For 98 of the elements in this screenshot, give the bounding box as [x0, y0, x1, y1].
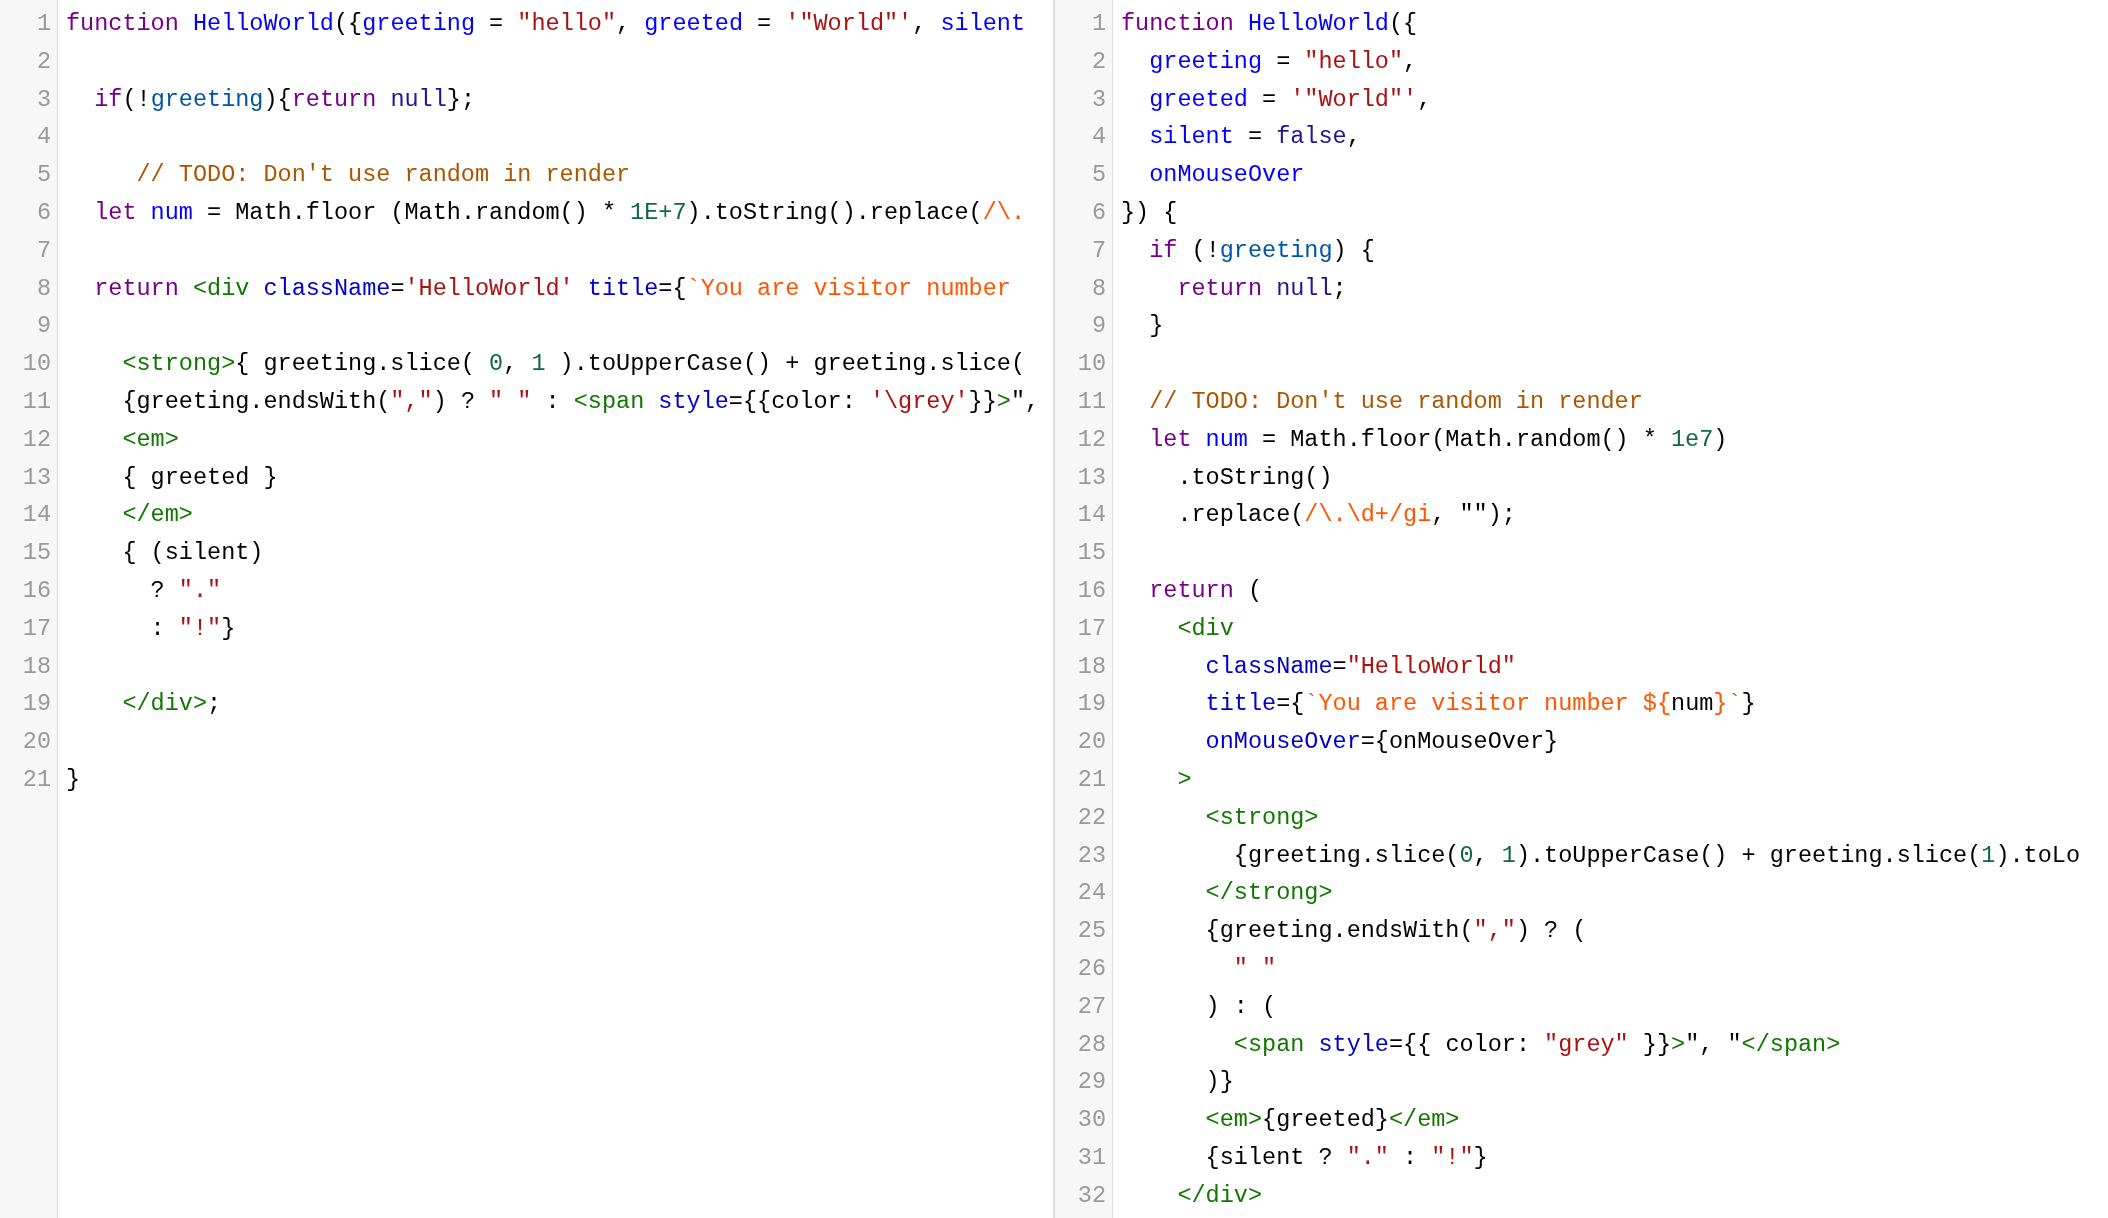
line-number: 29	[1077, 1067, 1106, 1098]
line-number: 13	[22, 462, 51, 493]
line-number: 17	[22, 613, 51, 644]
line-number: 12	[22, 424, 51, 455]
code-line: )}	[1204, 1067, 1234, 1098]
line-number: 8	[1091, 273, 1106, 304]
line-number: 3	[1091, 84, 1106, 115]
code-line: >	[1176, 764, 1192, 795]
line-number: 1	[1091, 9, 1106, 39]
code-line: silent = false,	[1148, 122, 1361, 153]
code-line: { greeted }	[121, 462, 278, 493]
line-number: 14	[22, 500, 51, 531]
line-number: 11	[1077, 386, 1106, 417]
code-line: return (	[1148, 575, 1263, 606]
line-number: 5	[36, 160, 51, 191]
code-line: greeting = "hello",	[1148, 46, 1418, 77]
line-number: 9	[36, 311, 51, 342]
line-number: 7	[36, 235, 51, 266]
line-number: 32	[1077, 1180, 1106, 1211]
code-line: className="HelloWorld"	[1204, 651, 1516, 682]
line-number: 1	[36, 9, 51, 39]
line-number: 20	[22, 727, 51, 758]
code-line: : "!"}	[149, 613, 236, 644]
code-line: ? "."	[149, 575, 222, 606]
line-number: 21	[1077, 764, 1106, 795]
line-number: 10	[1077, 349, 1106, 380]
line-number: 25	[1077, 916, 1106, 947]
code-line: }	[1148, 311, 1164, 342]
line-number: 4	[1091, 122, 1106, 153]
line-number: 2	[36, 46, 51, 77]
code-line: </em>	[121, 500, 193, 531]
line-number: 27	[1077, 991, 1106, 1022]
line-number: 18	[1077, 651, 1106, 682]
line-number: 15	[22, 538, 51, 569]
code-line: {greeting.endsWith(",") ? (	[1204, 916, 1587, 947]
line-number: 7	[1091, 235, 1106, 266]
line-number: 20	[1077, 727, 1106, 758]
line-number: 6	[36, 198, 51, 228]
code-line: <em>{greeted}</em>	[1204, 1105, 1460, 1136]
line-number: 4	[36, 122, 51, 153]
line-number: 19	[1077, 689, 1106, 720]
line-number: 19	[22, 689, 51, 720]
code-line: }) {	[1121, 198, 1178, 228]
code-line: <div	[1176, 613, 1234, 644]
line-number: 30	[1077, 1105, 1106, 1136]
code-line: title={`You are visitor number ${num}`}	[1204, 689, 1756, 720]
code-line: function HelloWorld({greeting = "hello", greeted = '"World"', silent	[66, 9, 1026, 39]
code-line: if(!greeting){return null};	[93, 84, 476, 115]
code-line: ) : (	[1204, 991, 1277, 1022]
line-number: 24	[1077, 878, 1106, 909]
code-line: // TODO: Don't use random in render	[135, 160, 631, 191]
code-line: <strong>	[1204, 802, 1319, 833]
line-number: 10	[22, 349, 51, 380]
code-line: </div>	[1176, 1180, 1263, 1211]
code-line: return null;	[1176, 273, 1347, 304]
code-line: {greeting.endsWith(",") ? " " : <span style={{color: '\grey'}}>",	[121, 386, 1040, 417]
code-line: {silent ? "." : "!"}	[1204, 1142, 1488, 1173]
line-number: 3	[36, 84, 51, 115]
code-line: <em>	[121, 424, 179, 455]
code-line: let num = Math.floor (Math.random() * 1E+7).toString().replace(/\.	[93, 198, 1025, 228]
line-number: 21	[22, 764, 51, 795]
code-line: " "	[1232, 953, 1277, 984]
line-number: 16	[1077, 575, 1106, 606]
code-line: <span style={{ color: "grey" }}>", "</span>	[1232, 1029, 1841, 1060]
code-line: .replace(/\.\d+/gi, "");	[1176, 500, 1516, 531]
code-line: if (!greeting) {	[1148, 235, 1375, 266]
line-number: 11	[22, 386, 51, 417]
code-line: </div>;	[121, 689, 222, 720]
code-line: // TODO: Don't use random in render	[1148, 386, 1643, 417]
code-line: {greeting.slice(0, 1).toUpperCase() + greeting.slice(1).toLo	[1232, 840, 2081, 871]
line-number: 15	[1077, 538, 1106, 569]
code-line: let num = Math.floor(Math.random() * 1e7)	[1148, 424, 1728, 455]
line-number: 23	[1077, 840, 1106, 871]
line-number: 31	[1077, 1142, 1106, 1173]
code-line: { (silent)	[121, 538, 264, 569]
line-number: 13	[1077, 462, 1106, 493]
line-number: 26	[1077, 953, 1106, 984]
line-number: 18	[22, 651, 51, 682]
code-line: <strong>{ greeting.slice( 0, 1 ).toUpperCase() + greeting.slice(	[121, 349, 1025, 380]
code-line: onMouseOver={onMouseOver}	[1204, 727, 1559, 758]
code-line: return <div className='HelloWorld' title={`You are visitor number	[93, 273, 1011, 304]
line-number: 8	[36, 273, 51, 304]
code-line: </strong>	[1204, 878, 1333, 909]
line-number: 17	[1077, 613, 1106, 644]
code-line: onMouseOver	[1148, 160, 1305, 191]
code-line: function HelloWorld({	[1121, 9, 1418, 39]
line-number: 28	[1077, 1029, 1106, 1060]
line-number: 6	[1091, 198, 1106, 228]
code-line: greeted = '"World"',	[1148, 84, 1432, 115]
line-number: 14	[1077, 500, 1106, 531]
code-line: }	[66, 764, 81, 795]
line-number: 22	[1077, 802, 1106, 833]
code-line: .toString()	[1176, 462, 1333, 493]
line-number: 5	[1091, 160, 1106, 191]
line-number: 2	[1091, 46, 1106, 77]
line-number: 12	[1077, 424, 1106, 455]
line-number: 9	[1091, 311, 1106, 342]
line-number: 16	[22, 575, 51, 606]
